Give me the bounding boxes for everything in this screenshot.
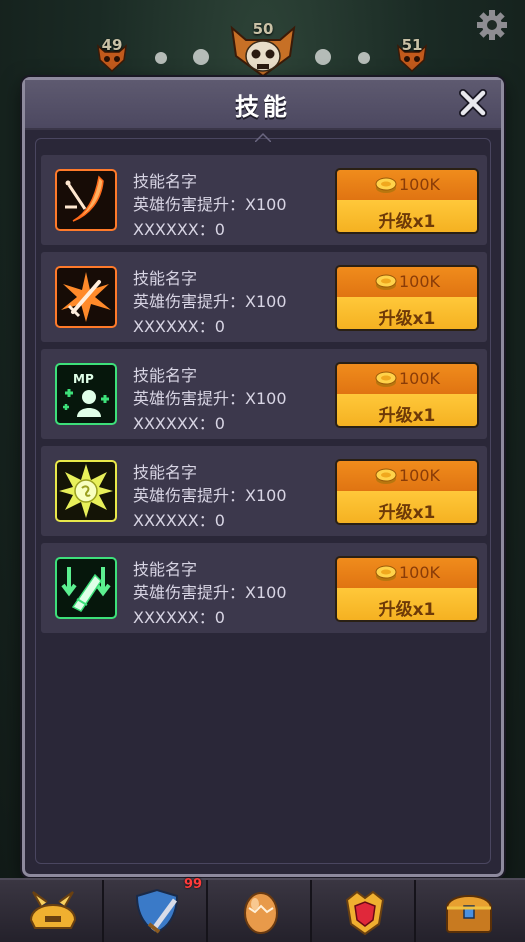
shield-sword-icon — [135, 888, 179, 934]
helmet-icon — [29, 891, 77, 929]
skill-name: 技能名字 — [133, 269, 198, 288]
upgrade-area: 升级x1 — [337, 200, 477, 232]
upgrade-button[interactable]: 100K 升级x1 — [335, 168, 479, 234]
skill-effect: 英雄伤害提升：X100 — [133, 195, 287, 214]
cost-label: 100K — [399, 369, 441, 388]
top-hud: 49 50 51 — [0, 0, 525, 80]
skill-row: MP 技能名字 英雄伤害提升：X100 XXXXXX：0 100K 升级x1 — [41, 349, 487, 439]
gold-coin-icon — [375, 177, 397, 193]
cost-label: 100K — [399, 272, 441, 291]
bottom-nav — [0, 878, 525, 942]
skill-name: 技能名字 — [133, 172, 198, 191]
cost-area: 100K — [337, 170, 477, 200]
skill-extra: XXXXXX：0 — [133, 414, 225, 433]
cost-area: 100K — [337, 267, 477, 297]
cost-area: 100K — [337, 558, 477, 588]
slash-sword-icon — [55, 169, 117, 231]
nav-egg[interactable] — [208, 880, 312, 942]
progress-dot — [155, 52, 167, 64]
skill-row: 技能名字 英雄伤害提升：X100 XXXXXX：0 100K 升级x1 — [41, 252, 487, 342]
svg-text:MP: MP — [73, 372, 94, 386]
upgrade-area: 升级x1 — [337, 491, 477, 523]
skill-name: 技能名字 — [133, 560, 198, 579]
mp-heal-icon: MP — [55, 363, 117, 425]
progress-dot — [315, 49, 331, 65]
skill-name: 技能名字 — [133, 366, 198, 385]
upgrade-label: 升级x1 — [378, 600, 436, 620]
gold-coin-icon — [375, 371, 397, 387]
star-burst-icon — [55, 460, 117, 522]
upgrade-button[interactable]: 100K 升级x1 — [335, 459, 479, 525]
cost-label: 100K — [399, 466, 441, 485]
upgrade-button[interactable]: 100K 升级x1 — [335, 265, 479, 331]
skill-extra: XXXXXX：0 — [133, 608, 225, 627]
upgrade-label: 升级x1 — [378, 309, 436, 329]
gold-coin-icon — [375, 274, 397, 290]
skill-effect: 英雄伤害提升：X100 — [133, 583, 287, 602]
notification-badge: 99 — [184, 877, 203, 892]
burst-sword-icon — [55, 266, 117, 328]
skill-row: 技能名字 英雄伤害提升：X100 XXXXXX：0 100K 升级x1 — [41, 446, 487, 536]
skill-extra: XXXXXX：0 — [133, 511, 225, 530]
modal-title: 技能 — [235, 93, 291, 121]
skill-row: 技能名字 英雄伤害提升：X100 XXXXXX：0 100K 升级x1 — [41, 543, 487, 633]
upgrade-area: 升级x1 — [337, 297, 477, 329]
upgrade-label: 升级x1 — [378, 212, 436, 232]
skill-effect: 英雄伤害提升：X100 — [133, 486, 287, 505]
cost-label: 100K — [399, 175, 441, 194]
skill-row: 技能名字 英雄伤害提升：X100 XXXXXX：0 100K 升级x1 — [41, 155, 487, 245]
nav-gem[interactable] — [312, 880, 416, 942]
skill-effect: 英雄伤害提升：X100 — [133, 389, 287, 408]
gold-coin-icon — [375, 468, 397, 484]
speed-arrows-icon — [55, 557, 117, 619]
skill-extra: XXXXXX：0 — [133, 220, 225, 239]
skill-name: 技能名字 — [133, 463, 198, 482]
frame-notch — [255, 132, 271, 142]
upgrade-button[interactable]: 100K 升级x1 — [335, 556, 479, 622]
upgrade-area: 升级x1 — [337, 588, 477, 620]
gold-coin-icon — [375, 565, 397, 581]
cost-label: 100K — [399, 563, 441, 582]
upgrade-label: 升级x1 — [378, 406, 436, 426]
nav-hero[interactable] — [0, 880, 104, 942]
upgrade-area: 升级x1 — [337, 394, 477, 426]
progress-dot — [193, 49, 209, 65]
gear-icon[interactable] — [475, 8, 509, 42]
progress-dot — [358, 52, 370, 64]
egg-icon — [244, 892, 278, 934]
level-center-label: 50 — [252, 20, 274, 38]
close-icon[interactable] — [457, 87, 489, 119]
modal-header: 技能 — [25, 80, 501, 130]
upgrade-button[interactable]: 100K 升级x1 — [335, 362, 479, 428]
skills-modal: 技能 技能名字 英雄伤害提升：X100 XXXXXX：0 100K 升级x1 技… — [22, 77, 504, 877]
gem-crest-icon — [345, 890, 385, 936]
treasure-chest-icon — [445, 895, 493, 933]
cost-area: 100K — [337, 364, 477, 394]
level-right-label: 51 — [401, 36, 423, 54]
nav-treasure[interactable] — [416, 880, 520, 942]
level-left-label: 49 — [101, 36, 123, 54]
upgrade-label: 升级x1 — [378, 503, 436, 523]
skill-effect: 英雄伤害提升：X100 — [133, 292, 287, 311]
cost-area: 100K — [337, 461, 477, 491]
skill-extra: XXXXXX：0 — [133, 317, 225, 336]
